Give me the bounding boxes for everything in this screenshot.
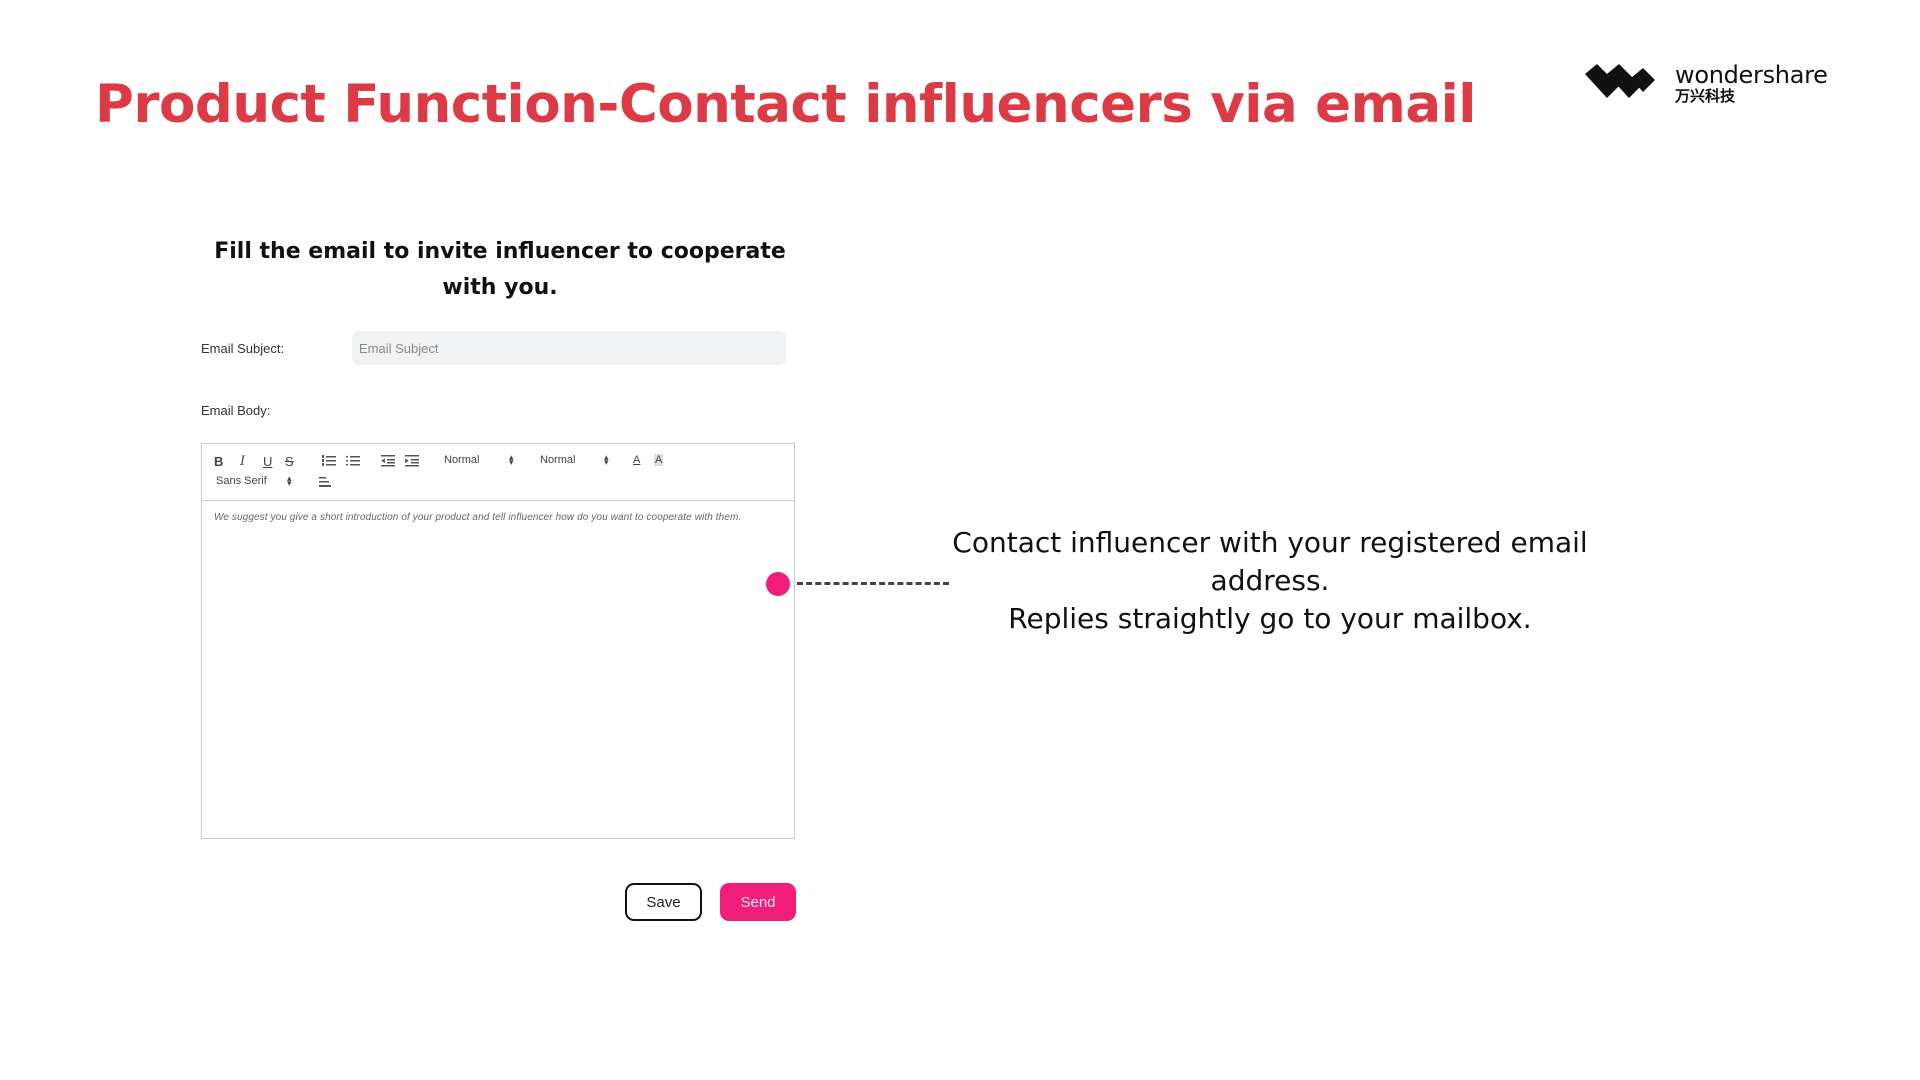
indent-icon[interactable] [405, 455, 419, 467]
bold-button[interactable]: B [214, 454, 223, 469]
form-heading-line2: with you. [442, 275, 558, 300]
background-color-button[interactable]: A [654, 454, 664, 466]
form-heading-line1: Fill the email to invite influencer to c… [214, 239, 786, 264]
size-select[interactable]: Normal [540, 454, 575, 466]
size-select-arrows-icon[interactable]: ▴ ▾ [604, 453, 609, 467]
callout-line2: address. [1210, 564, 1330, 597]
strikethrough-button[interactable]: S [285, 454, 294, 469]
save-button[interactable]: Save [625, 883, 702, 921]
logo-name: wondershare [1675, 60, 1828, 89]
email-subject-input[interactable] [352, 331, 786, 365]
font-family-select[interactable]: Sans Serif [216, 475, 267, 487]
ordered-list-icon[interactable] [322, 455, 336, 467]
callout-marker-dot [766, 572, 790, 596]
send-button[interactable]: Send [720, 883, 796, 921]
font-select-arrows-icon[interactable]: ▴ ▾ [287, 474, 292, 488]
align-left-icon[interactable] [319, 477, 331, 489]
heading-select[interactable]: Normal [444, 454, 479, 466]
bullet-list-icon[interactable] [346, 455, 360, 467]
email-body-editor[interactable]: B I U S Normal ▴ ▾ Normal ▴ ▾ A A Sans Ser… [201, 443, 795, 839]
outdent-icon[interactable] [381, 455, 395, 467]
logo-subtitle: 万兴科技 [1675, 86, 1736, 105]
editor-toolbar: B I U S Normal ▴ ▾ Normal ▴ ▾ A A Sans Ser… [202, 444, 794, 501]
email-body-label: Email Body: [201, 403, 271, 418]
wondershare-logo-icon [1585, 64, 1655, 98]
email-body-placeholder[interactable]: We suggest you give a short introduction… [214, 512, 741, 523]
font-color-button[interactable]: A [633, 454, 640, 466]
callout-line3: Replies straightly go to your mailbox. [1008, 602, 1532, 635]
callout-text: Contact influencer with your registered … [920, 524, 1620, 638]
underline-button[interactable]: U [263, 454, 272, 469]
email-subject-label: Email Subject: [201, 341, 285, 356]
slide-title: Product Function-Contact influencers via… [95, 74, 1476, 135]
italic-button[interactable]: I [240, 454, 245, 469]
wondershare-logo: wondershare 万兴科技 [1585, 60, 1828, 106]
callout-line1: Contact influencer with your registered … [952, 526, 1588, 559]
heading-select-arrows-icon[interactable]: ▴ ▾ [509, 453, 514, 467]
form-heading: Fill the email to invite influencer to c… [200, 234, 800, 306]
